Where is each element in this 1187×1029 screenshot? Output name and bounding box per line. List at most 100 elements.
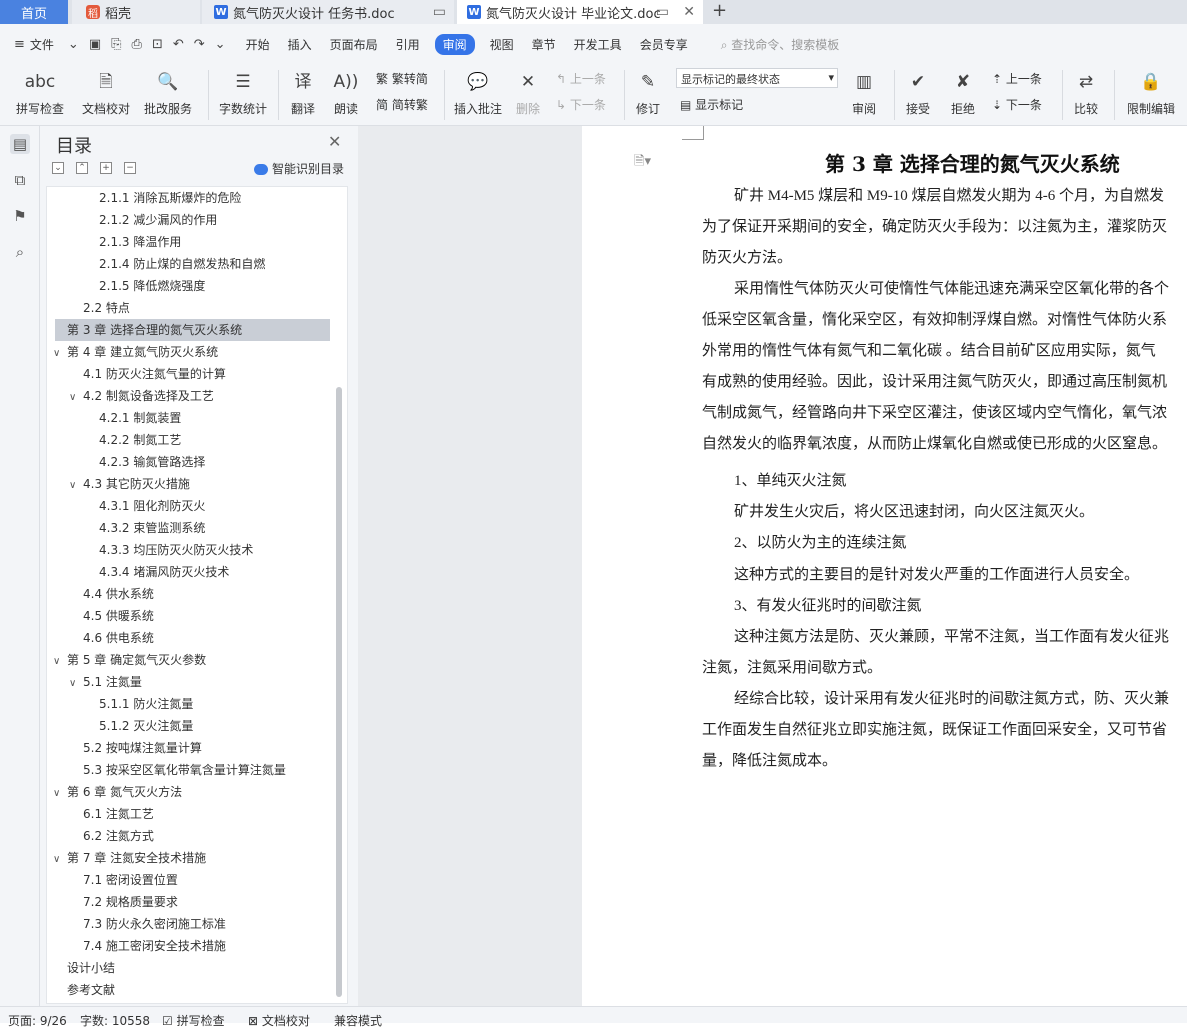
toc-item[interactable]: 4.4 供水系统 bbox=[83, 583, 154, 605]
new-tab-button[interactable]: + bbox=[712, 0, 727, 21]
menu-layout[interactable]: 页面布局 bbox=[321, 36, 387, 53]
toc-item[interactable]: ∨ 第 6 章 氮气灭火方法 bbox=[53, 781, 182, 803]
collapse-all-icon[interactable]: ⌄ bbox=[52, 162, 64, 174]
page-count[interactable]: 页面: 9/26 bbox=[8, 1012, 67, 1029]
menu-member[interactable]: 会员专享 bbox=[631, 36, 697, 53]
menu-file[interactable]: 文件 bbox=[30, 36, 63, 53]
status-spell-check[interactable]: ☑ 拼写检查 bbox=[162, 1012, 225, 1029]
expand-all-icon[interactable]: ⌃ bbox=[76, 162, 88, 174]
menu-view[interactable]: 视图 bbox=[481, 36, 523, 53]
chevron-down-icon[interactable]: ∨ bbox=[69, 387, 83, 409]
toc-item[interactable]: 2.1.4 防止煤的自燃发热和自燃 bbox=[99, 253, 265, 275]
toc-item[interactable]: 7.4 施工密闭安全技术措施 bbox=[83, 935, 226, 957]
add-level-icon[interactable]: + bbox=[100, 162, 112, 174]
chevron-down-icon[interactable]: ∨ bbox=[53, 343, 67, 365]
chevron-down-icon[interactable]: ∨ bbox=[53, 783, 67, 805]
accept-button[interactable]: ✔ 接受 bbox=[900, 68, 936, 117]
toc-item[interactable]: ∨ 4.2 制氮设备选择及工艺 bbox=[69, 385, 214, 407]
remove-level-icon[interactable]: − bbox=[124, 162, 136, 174]
toc-item[interactable]: 4.2.3 输氮管路选择 bbox=[99, 451, 205, 473]
toc-item[interactable]: 参考文献 bbox=[67, 979, 115, 1001]
bookmark-icon[interactable]: ⚑ bbox=[10, 206, 30, 226]
menu-start[interactable]: 开始 bbox=[237, 36, 279, 53]
toc-item-selected[interactable]: 第 3 章 选择合理的氮气灭火系统 bbox=[55, 319, 330, 341]
document-icon[interactable]: 🗎▾ bbox=[634, 152, 651, 174]
word-count[interactable]: 字数: 10558 bbox=[80, 1012, 150, 1029]
review-pane-button[interactable]: ▥ 审阅 bbox=[846, 68, 882, 117]
chevron-down-icon[interactable]: ∨ bbox=[69, 475, 83, 497]
toc-item[interactable]: 5.3 按采空区氧化带氧含量计算注氮量 bbox=[83, 759, 286, 781]
undo-icon[interactable]: ↶ bbox=[173, 37, 184, 52]
chevron-down-icon[interactable]: ∨ bbox=[53, 651, 67, 673]
toc-item[interactable]: 4.3.1 阻化剂防灭火 bbox=[99, 495, 205, 517]
toc-item[interactable]: ∨ 4.3 其它防灭火措施 bbox=[69, 473, 190, 495]
document-page[interactable]: 🗎▾ 第 3 章 选择合理的氮气灭火系统 矿井 M4-M5 煤层和 M9-10 … bbox=[582, 126, 1187, 1006]
compare-button[interactable]: ⇄ 比较 bbox=[1068, 68, 1104, 117]
menu-insert[interactable]: 插入 bbox=[279, 36, 321, 53]
toc-item[interactable]: 5.1.1 防火注氮量 bbox=[99, 693, 193, 715]
redo-icon[interactable]: ↷ bbox=[194, 37, 205, 52]
chevron-down-icon[interactable]: ∨ bbox=[69, 673, 83, 695]
tab-thesis-doc[interactable]: W 氮气防灭火设计 毕业论文.doc ▭ ✕ bbox=[457, 0, 703, 24]
delete-comment-button[interactable]: ✕ 删除 bbox=[510, 68, 546, 117]
proofread-button[interactable]: 🗎 文档校对 bbox=[78, 68, 134, 117]
status-proofread[interactable]: ⊠ 文档校对 bbox=[248, 1012, 310, 1029]
toc-item[interactable]: 4.2.1 制氮装置 bbox=[99, 407, 181, 429]
prev-change-button[interactable]: ⇡ 上一条 bbox=[992, 70, 1042, 87]
toc-item[interactable]: 5.2 按吨煤注氮量计算 bbox=[83, 737, 202, 759]
toc-item[interactable]: 5.1.2 灭火注氮量 bbox=[99, 715, 193, 737]
monitor-icon[interactable]: ▭ bbox=[656, 4, 669, 20]
markup-state-select[interactable]: 显示标记的最终状态 ▾ bbox=[676, 68, 838, 88]
toc-item[interactable]: 6.2 注氮方式 bbox=[83, 825, 154, 847]
menu-review[interactable]: 审阅 bbox=[434, 33, 475, 55]
menu-dev-tools[interactable]: 开发工具 bbox=[565, 36, 631, 53]
chevron-down-icon[interactable]: ⌄ bbox=[215, 37, 226, 52]
menu-reference[interactable]: 引用 bbox=[387, 36, 429, 53]
simp-to-trad-button[interactable]: 简 简转繁 bbox=[376, 96, 428, 113]
track-changes-button[interactable]: ✎ 修订 bbox=[630, 68, 666, 117]
toc-item[interactable]: ∨ 第 5 章 确定氮气灭火参数 bbox=[53, 649, 206, 671]
save-icon[interactable]: ▣ bbox=[89, 37, 101, 52]
toc-item[interactable]: 6.1 注氮工艺 bbox=[83, 803, 154, 825]
toc-item[interactable]: 2.1.3 降温作用 bbox=[99, 231, 181, 253]
tab-task-doc[interactable]: W 氮气防灭火设计 任务书.doc ▭ bbox=[202, 0, 454, 24]
read-aloud-button[interactable]: A)) 朗读 bbox=[328, 68, 364, 117]
toc-item[interactable]: 7.3 防火永久密闭施工标准 bbox=[83, 913, 226, 935]
toc-item[interactable]: ∨ 第 4 章 建立氮气防灭火系统 bbox=[53, 341, 218, 363]
preview-icon[interactable]: ⊡ bbox=[152, 37, 163, 52]
show-markup-button[interactable]: ▤ 显示标记 bbox=[680, 96, 743, 113]
toc-item[interactable]: 4.3.3 均压防灭火防灭火技术 bbox=[99, 539, 253, 561]
toc-item[interactable]: 4.2.2 制氮工艺 bbox=[99, 429, 181, 451]
translate-button[interactable]: 译翻译 bbox=[285, 68, 321, 117]
tab-home[interactable]: 首页 bbox=[0, 0, 68, 24]
restrict-editing-button[interactable]: 🔒 限制编辑 bbox=[1124, 68, 1178, 117]
monitor-icon[interactable]: ▭ bbox=[433, 4, 446, 20]
toc-item[interactable]: ∨ 第 7 章 注氮安全技术措施 bbox=[53, 847, 206, 869]
close-icon[interactable]: ✕ bbox=[683, 4, 695, 20]
navigation-icon[interactable]: ⧉ bbox=[10, 170, 30, 190]
toc-panel-icon[interactable]: ▤ bbox=[10, 134, 30, 154]
trad-to-simp-button[interactable]: 繁 繁转简 bbox=[376, 70, 428, 87]
tab-daoke[interactable]: 稻稻壳 bbox=[72, 0, 200, 24]
smart-toc-button[interactable]: 智能识别目录 bbox=[254, 160, 344, 177]
toc-item[interactable]: 2.1.5 降低燃烧强度 bbox=[99, 275, 205, 297]
menu-section[interactable]: 章节 bbox=[523, 36, 565, 53]
prev-comment-button[interactable]: ↰ 上一条 bbox=[556, 70, 606, 87]
word-count-button[interactable]: ☰ 字数统计 bbox=[216, 68, 270, 117]
toc-item[interactable]: 7.1 密闭设置位置 bbox=[83, 869, 178, 891]
spell-check-button[interactable]: abc 拼写检查 bbox=[10, 68, 70, 117]
toc-item[interactable]: 2.2 特点 bbox=[83, 297, 130, 319]
search-icon[interactable]: ⌕ bbox=[10, 242, 30, 262]
close-icon[interactable]: ✕ bbox=[328, 132, 341, 151]
chevron-down-icon[interactable]: ∨ bbox=[53, 849, 67, 871]
command-search[interactable]: ⌕ 查找命令、搜索模板 bbox=[721, 36, 840, 53]
toc-item[interactable]: 2.1.2 减少漏风的作用 bbox=[99, 209, 217, 231]
hamburger-icon[interactable]: ≡ bbox=[14, 37, 25, 52]
chevron-down-icon[interactable]: ⌄ bbox=[68, 37, 79, 52]
toc-item[interactable]: 4.5 供暖系统 bbox=[83, 605, 154, 627]
toc-item[interactable]: 4.3.2 束管监测系统 bbox=[99, 517, 205, 539]
toc-item[interactable]: 设计小结 bbox=[67, 957, 115, 979]
toc-scrollbar[interactable] bbox=[336, 387, 342, 997]
reject-button[interactable]: ✘ 拒绝 bbox=[945, 68, 981, 117]
export-icon[interactable]: ⎘ bbox=[111, 37, 121, 52]
